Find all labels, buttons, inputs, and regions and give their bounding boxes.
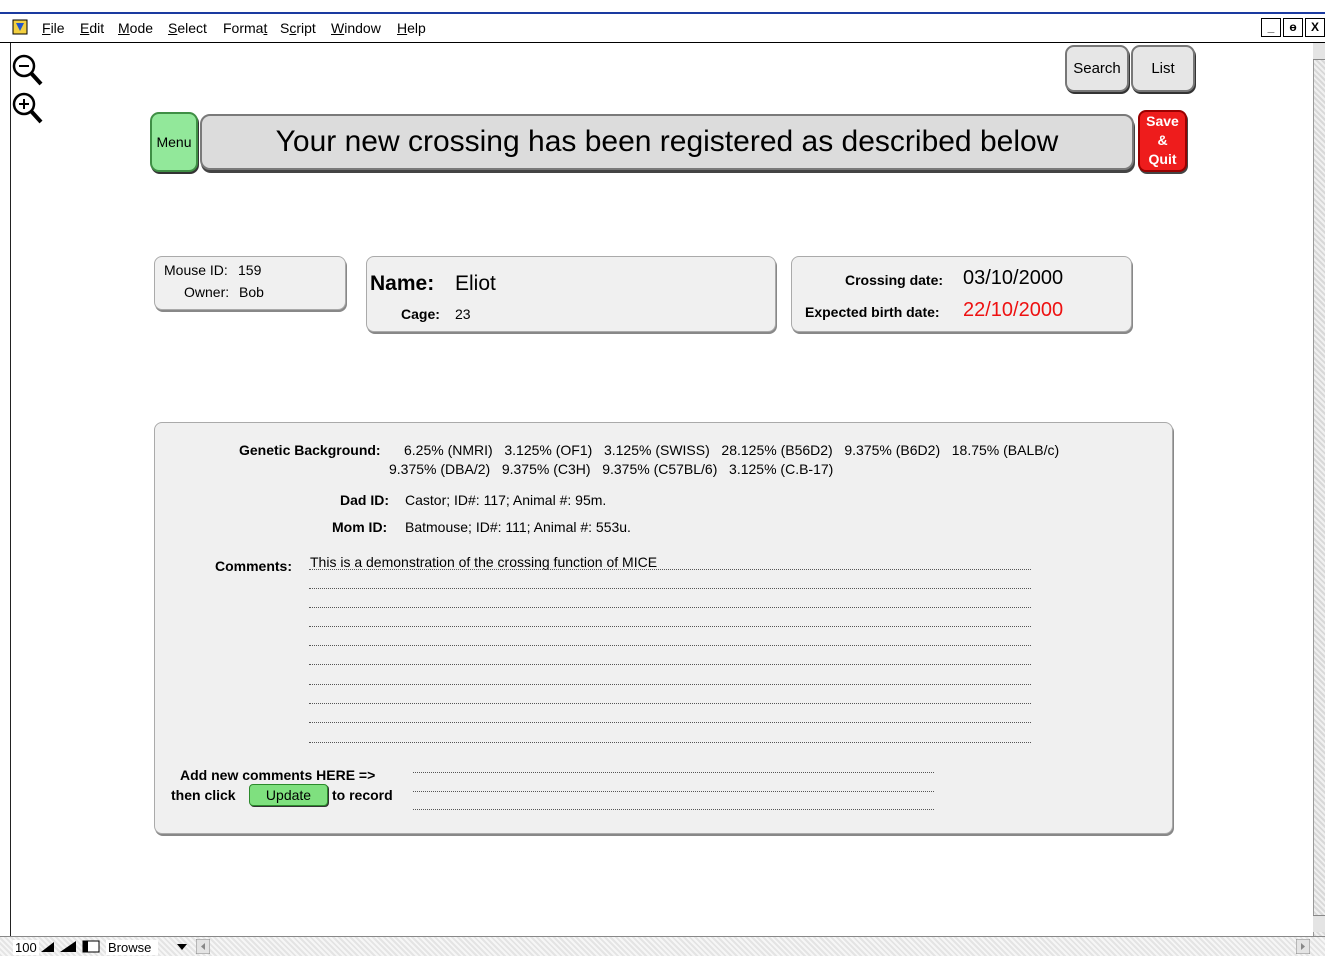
list-button[interactable]: List [1131, 45, 1195, 92]
comment-line [309, 722, 1031, 723]
menu-select[interactable]: Select [168, 20, 207, 36]
restore-button[interactable]: ɵ [1283, 18, 1303, 37]
add-comments-label: Add new comments HERE => [180, 767, 376, 783]
search-button[interactable]: Search [1065, 45, 1129, 92]
comment-line [309, 684, 1031, 685]
zoom-controls-icon[interactable] [40, 940, 80, 953]
menu-script[interactable]: Script [280, 20, 316, 36]
new-comment-line [413, 791, 934, 792]
menu-button[interactable]: Menu [150, 112, 198, 172]
scroll-up-button[interactable] [1313, 43, 1325, 60]
minimize-button[interactable]: _ [1261, 18, 1281, 37]
birth-date-value: 22/10/2000 [963, 299, 1064, 321]
mode-selector[interactable]: Browse [106, 940, 158, 955]
window-controls: _ ɵ X [1261, 18, 1325, 37]
birth-date-label: Expected birth date: [805, 304, 940, 320]
dad-label: Dad ID: [340, 492, 389, 508]
menu-format[interactable]: Format [223, 20, 267, 36]
dates-panel [791, 256, 1132, 332]
save-quit-line: Save [1146, 113, 1179, 129]
zoom-level[interactable]: 100 [13, 940, 39, 955]
save-quit-line: Quit [1148, 151, 1177, 167]
status-area-icon[interactable] [82, 940, 100, 953]
comment-line [309, 588, 1031, 589]
window-left-border [10, 43, 11, 936]
scroll-down-button[interactable] [1313, 915, 1325, 932]
cage-value: 23 [455, 306, 471, 322]
crossing-date-label: Crossing date: [845, 272, 944, 288]
comment-line [309, 703, 1031, 704]
chevron-down-icon[interactable] [176, 942, 188, 952]
new-comments-field[interactable] [413, 766, 934, 814]
name-label: Name: [370, 272, 435, 295]
comments-label: Comments: [215, 558, 293, 574]
mouse-id-label: Mouse ID: [164, 262, 228, 278]
comment-line [309, 569, 1031, 570]
menu-file[interactable]: File [42, 20, 65, 36]
menu-mode[interactable]: Mode [118, 20, 153, 36]
owner-value: Bob [239, 284, 264, 300]
save-quit-line: & [1157, 132, 1168, 148]
name-value: Eliot [455, 272, 496, 295]
vertical-scrollbar[interactable] [1313, 43, 1325, 936]
owner-label: Owner: [184, 284, 230, 300]
comment-line [309, 626, 1031, 627]
then-click-label: then click [171, 787, 236, 803]
to-record-label: to record [332, 787, 393, 803]
close-button[interactable]: X [1305, 18, 1325, 37]
dad-value: Castor; ID#: 117; Animal #: 95m. [405, 492, 607, 508]
menu-help[interactable]: Help [397, 20, 426, 36]
comments-text: This is a demonstration of the crossing … [310, 554, 658, 570]
comment-line [309, 607, 1031, 608]
window-title-bar [0, 0, 1325, 14]
comment-line [309, 742, 1031, 743]
scroll-left-icon[interactable] [196, 939, 210, 954]
new-comment-line [413, 809, 934, 810]
update-button[interactable]: Update [249, 784, 328, 806]
genetic-line: 6.25% (NMRI) 3.125% (OF1) 3.125% (SWISS)… [404, 442, 1060, 458]
mom-value: Batmouse; ID#: 111; Animal #: 553u. [405, 519, 631, 535]
app-icon[interactable] [12, 19, 28, 35]
menu-window[interactable]: Window [331, 20, 381, 36]
scroll-right-icon[interactable] [1296, 939, 1310, 954]
menu-edit[interactable]: Edit [80, 20, 104, 36]
zoom-out-icon[interactable] [10, 52, 44, 88]
comment-line [309, 645, 1031, 646]
new-comment-line [413, 772, 934, 773]
genetic-line: 9.375% (DBA/2) 9.375% (C3H) 9.375% (C57B… [389, 461, 834, 477]
mom-label: Mom ID: [332, 519, 388, 535]
status-bar: 100 Browse [0, 936, 1325, 956]
cage-label: Cage: [401, 306, 440, 322]
save-quit-button[interactable]: Save & Quit [1138, 110, 1187, 172]
genetic-label: Genetic Background: [239, 442, 381, 458]
page-title: Your new crossing has been registered as… [200, 114, 1134, 170]
mouse-id-value: 159 [238, 262, 262, 278]
crossing-date-value: 03/10/2000 [963, 267, 1064, 289]
menu-bar: File Edit Mode Select Format Script Wind… [0, 14, 1325, 43]
comments-field[interactable]: This is a demonstration of the crossing … [309, 553, 1031, 747]
zoom-in-icon[interactable] [10, 90, 44, 126]
comment-line [309, 664, 1031, 665]
